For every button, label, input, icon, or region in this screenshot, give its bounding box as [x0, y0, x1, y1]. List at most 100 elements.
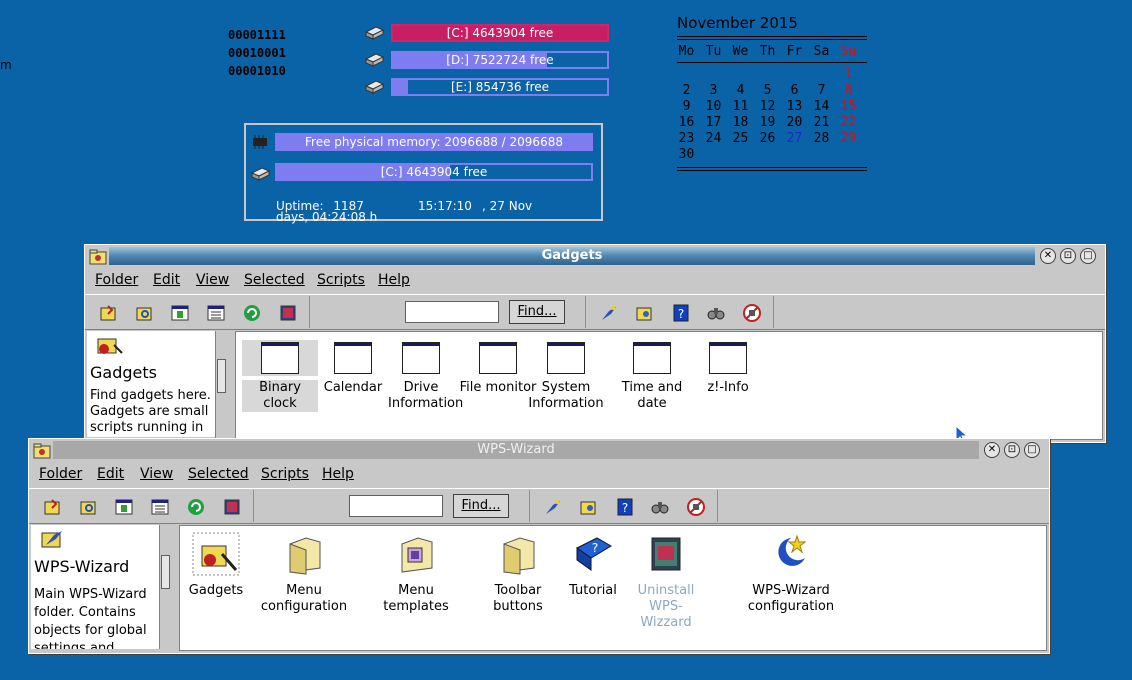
wizard-icon[interactable]: [599, 303, 619, 323]
calendar-day[interactable]: 3: [700, 83, 727, 99]
calendar-day[interactable]: 9: [673, 99, 700, 115]
calendar-day[interactable]: 10: [700, 99, 727, 115]
calendar-day[interactable]: 13: [781, 99, 808, 115]
maximize-button[interactable]: □: [1024, 442, 1040, 458]
search-input[interactable]: [349, 495, 443, 517]
folder-content[interactable]: Gadgets Menu configuration Menu template…: [179, 525, 1047, 651]
folder-settings-icon[interactable]: [635, 303, 655, 323]
calendar-day[interactable]: 6: [781, 83, 808, 99]
refresh-icon[interactable]: [242, 303, 262, 323]
scroll-thumb[interactable]: [161, 555, 170, 589]
description-scrollbar[interactable]: [215, 331, 228, 439]
calendar-day[interactable]: 7: [808, 83, 835, 99]
wps-wizard-window[interactable]: WPS-Wizard ✕ ⊡ □ Folder Edit View Select…: [28, 438, 1050, 654]
folder-search-icon[interactable]: [135, 303, 155, 323]
calendar-day[interactable]: 12: [754, 99, 781, 115]
menu-selected[interactable]: Selected: [244, 272, 305, 288]
calendar-day[interactable]: 15: [835, 99, 862, 115]
wizard-icon[interactable]: [543, 497, 563, 517]
close-button[interactable]: ✕: [1040, 248, 1056, 264]
details-view-icon[interactable]: [206, 303, 226, 323]
command-prompt-icon[interactable]: [278, 303, 298, 323]
wps-wizard-configuration-item[interactable]: WPS-Wizard configuration: [716, 532, 866, 615]
calendar-day[interactable]: 24: [700, 131, 727, 147]
menu-templates-item[interactable]: Menu templates: [368, 532, 464, 615]
calendar-day[interactable]: 25: [727, 131, 754, 147]
icon-view-icon[interactable]: [114, 497, 134, 517]
calendar-day[interactable]: 4: [727, 83, 754, 99]
folder-content[interactable]: Binary clock Calendar Drive Information …: [235, 331, 1103, 440]
tutorial-item[interactable]: ? Tutorial: [568, 532, 618, 599]
binary-clock-item[interactable]: Binary clock: [242, 340, 318, 412]
folder-search-icon[interactable]: [79, 497, 99, 517]
folder-system-icon[interactable]: [89, 248, 107, 266]
icon-view-icon[interactable]: [170, 303, 190, 323]
minimize-button[interactable]: ⊡: [1060, 248, 1076, 264]
calendar-day[interactable]: 16: [673, 115, 700, 131]
calendar-day[interactable]: 30: [673, 147, 700, 163]
close-button[interactable]: ✕: [984, 442, 1000, 458]
binoculars-icon[interactable]: [650, 497, 670, 517]
maximize-button[interactable]: □: [1080, 248, 1096, 264]
calendar-day[interactable]: 2: [673, 83, 700, 99]
details-view-icon[interactable]: [150, 497, 170, 517]
menu-scripts[interactable]: Scripts: [317, 272, 365, 288]
help-icon[interactable]: ?: [671, 303, 691, 323]
find-button[interactable]: Find...: [453, 494, 509, 518]
menu-edit[interactable]: Edit: [97, 466, 124, 482]
scroll-thumb[interactable]: [217, 359, 226, 393]
calendar-day[interactable]: 5: [754, 83, 781, 99]
calendar-day[interactable]: 23: [673, 131, 700, 147]
help-icon[interactable]: ?: [615, 497, 635, 517]
minimize-button[interactable]: ⊡: [1004, 442, 1020, 458]
window-icon: [633, 342, 671, 374]
menu-configuration-item[interactable]: Menu configuration: [248, 532, 360, 615]
binoculars-icon[interactable]: [706, 303, 726, 323]
parent-folder-icon[interactable]: [99, 303, 119, 323]
shredder-icon[interactable]: [686, 497, 706, 517]
system-information-item[interactable]: System Information: [526, 342, 606, 412]
menu-scripts[interactable]: Scripts: [261, 466, 309, 482]
menu-edit[interactable]: Edit: [153, 272, 180, 288]
calendar-day[interactable]: 21: [808, 115, 835, 131]
folder-settings-icon[interactable]: [579, 497, 599, 517]
calendar-day[interactable]: 11: [727, 99, 754, 115]
calendar-day[interactable]: 14: [808, 99, 835, 115]
calendar-day[interactable]: 26: [754, 131, 781, 147]
calendar-day[interactable]: 22: [835, 115, 862, 131]
title-bar[interactable]: WPS-Wizard ✕ ⊡ □: [29, 439, 1049, 461]
calendar-day[interactable]: 29: [835, 131, 862, 147]
calendar-day[interactable]: 8: [835, 83, 862, 99]
menu-help[interactable]: Help: [378, 272, 410, 288]
calendar-item[interactable]: Calendar: [320, 342, 386, 396]
refresh-icon[interactable]: [186, 497, 206, 517]
calendar-day[interactable]: 17: [700, 115, 727, 131]
menu-folder[interactable]: Folder: [95, 272, 138, 288]
title-bar[interactable]: Gadgets ✕ ⊡ □: [85, 245, 1105, 267]
menu-folder[interactable]: Folder: [39, 466, 82, 482]
command-prompt-icon[interactable]: [222, 497, 242, 517]
menu-help[interactable]: Help: [322, 466, 354, 482]
calendar-day[interactable]: 27: [781, 131, 808, 147]
drive-information-item[interactable]: Drive Information: [388, 342, 463, 412]
calendar-day[interactable]: 1: [835, 67, 862, 83]
parent-folder-icon[interactable]: [43, 497, 63, 517]
time-and-date-item[interactable]: Time and date: [606, 342, 698, 412]
z-info-item[interactable]: z!-Info: [692, 342, 764, 396]
folder-system-icon[interactable]: [33, 442, 51, 460]
menu-view[interactable]: View: [196, 272, 229, 288]
calendar-day[interactable]: 20: [781, 115, 808, 131]
calendar-day[interactable]: 28: [808, 131, 835, 147]
gadgets-item[interactable]: Gadgets: [188, 532, 244, 599]
shredder-icon[interactable]: [742, 303, 762, 323]
uninstall-item[interactable]: Uninstall WPS-Wizzard: [624, 532, 708, 631]
calendar-day[interactable]: 19: [754, 115, 781, 131]
gadgets-window[interactable]: Gadgets ✕ ⊡ □ Folder Edit View Selected …: [84, 244, 1106, 443]
description-scrollbar[interactable]: [159, 525, 172, 649]
find-button[interactable]: Find...: [509, 300, 565, 324]
menu-view[interactable]: View: [140, 466, 173, 482]
search-input[interactable]: [405, 301, 499, 323]
calendar-day[interactable]: 18: [727, 115, 754, 131]
menu-selected[interactable]: Selected: [188, 466, 249, 482]
toolbar-buttons-item[interactable]: Toolbar buttons: [470, 532, 566, 615]
